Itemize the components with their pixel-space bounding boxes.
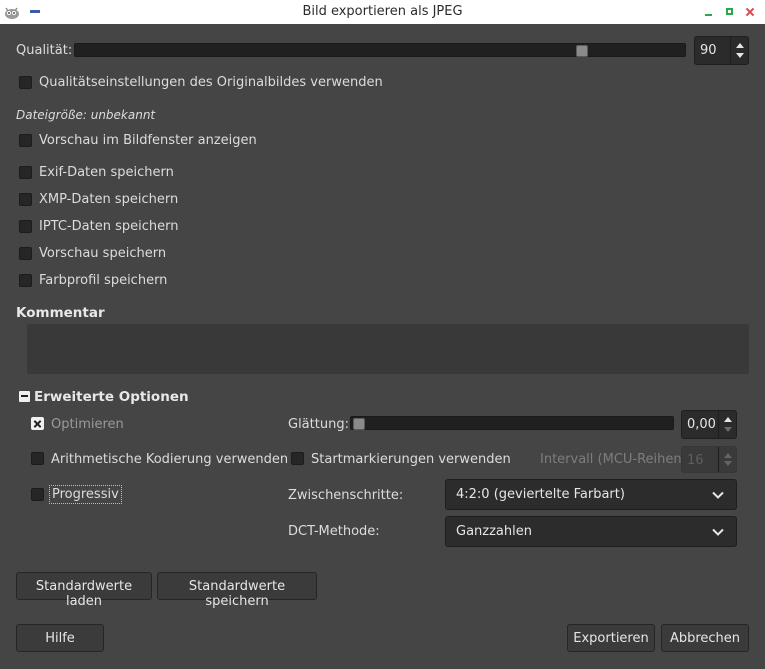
increment-icon[interactable] <box>724 417 732 422</box>
quality-spinbutton[interactable]: 90 <box>694 36 749 65</box>
optimize-checkbox[interactable] <box>31 417 44 430</box>
save-color-profile-label[interactable]: Farbprofil speichern <box>39 273 167 288</box>
use-original-quality-label[interactable]: Qualitätseinstellungen des Originalbilde… <box>39 75 383 90</box>
smoothing-slider-handle[interactable] <box>353 418 365 430</box>
quality-slider-handle[interactable] <box>576 45 588 57</box>
minimize-icon[interactable] <box>703 6 715 18</box>
save-iptc-label[interactable]: IPTC-Daten speichern <box>39 219 178 234</box>
window-title: Bild exportieren als JPEG <box>302 4 463 19</box>
quality-label: Qualität: <box>16 43 73 58</box>
decrement-icon[interactable] <box>724 427 732 432</box>
arithmetic-coding-checkbox[interactable] <box>31 452 44 465</box>
interval-spinbutton[interactable]: 16 <box>681 446 737 473</box>
smoothing-label: Glättung: <box>288 417 349 432</box>
restart-markers-checkbox[interactable] <box>291 452 304 465</box>
progressive-checkbox[interactable] <box>31 488 44 501</box>
save-color-profile-checkbox[interactable] <box>19 274 32 287</box>
comment-textarea[interactable] <box>27 324 749 374</box>
maximize-icon[interactable] <box>724 6 736 18</box>
interval-label: Intervall (MCU-Reihen): <box>540 452 692 467</box>
chevron-down-icon <box>712 528 724 536</box>
interval-value[interactable]: 16 <box>687 453 704 468</box>
smoothing-value[interactable]: 0,00 <box>687 417 716 432</box>
save-exif-label[interactable]: Exif-Daten speichern <box>39 165 174 180</box>
save-xmp-checkbox[interactable] <box>19 193 32 206</box>
save-thumbnail-label[interactable]: Vorschau speichern <box>39 246 166 261</box>
decrement-icon[interactable] <box>736 53 744 58</box>
collapse-icon[interactable] <box>19 391 30 402</box>
optimize-label[interactable]: Optimieren <box>51 417 124 432</box>
preview-in-window-label[interactable]: Vorschau im Bildfenster anzeigen <box>39 133 257 148</box>
arithmetic-coding-label[interactable]: Arithmetische Kodierung verwenden <box>51 452 288 467</box>
chevron-down-icon <box>712 491 724 499</box>
use-original-quality-checkbox[interactable] <box>19 76 32 89</box>
advanced-options-expander[interactable]: Erweiterte Optionen <box>34 389 189 405</box>
quality-value[interactable]: 90 <box>700 43 717 58</box>
subsampling-value: 4:2:0 (geviertelte Farbart) <box>456 487 625 502</box>
dct-method-dropdown[interactable]: Ganzzahlen <box>445 516 737 547</box>
decrement-icon[interactable] <box>724 461 732 466</box>
smoothing-spinbutton[interactable]: 0,00 <box>681 410 737 439</box>
dct-method-label: DCT-Methode: <box>288 524 380 539</box>
cancel-button[interactable]: Abbrechen <box>661 624 749 652</box>
save-exif-checkbox[interactable] <box>19 166 32 179</box>
progressive-label[interactable]: Progressiv <box>49 485 122 504</box>
dct-method-value: Ganzzahlen <box>456 524 532 539</box>
save-defaults-button[interactable]: Standardwerte speichern <box>157 572 317 609</box>
save-xmp-label[interactable]: XMP-Daten speichern <box>39 192 178 207</box>
preview-in-window-checkbox[interactable] <box>19 134 32 147</box>
close-icon[interactable] <box>744 6 756 18</box>
comment-heading: Kommentar <box>16 305 105 321</box>
increment-icon[interactable] <box>724 453 732 458</box>
export-button[interactable]: Exportieren <box>567 624 655 652</box>
filesize-label: Dateigröße: unbekannt <box>16 108 156 122</box>
help-button[interactable]: Hilfe <box>16 624 104 652</box>
quality-slider[interactable] <box>74 43 686 57</box>
subsampling-label: Zwischenschritte: <box>288 488 404 503</box>
save-thumbnail-checkbox[interactable] <box>19 247 32 260</box>
subsampling-dropdown[interactable]: 4:2:0 (geviertelte Farbart) <box>445 479 737 510</box>
title-bar: Bild exportieren als JPEG <box>0 0 765 24</box>
increment-icon[interactable] <box>736 43 744 48</box>
save-iptc-checkbox[interactable] <box>19 220 32 233</box>
load-defaults-button[interactable]: Standardwerte laden <box>16 572 152 609</box>
smoothing-slider[interactable] <box>350 416 674 430</box>
restart-markers-label[interactable]: Startmarkierungen verwenden <box>311 452 511 467</box>
